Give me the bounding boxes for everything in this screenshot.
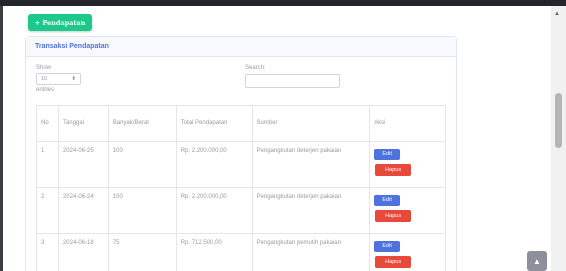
cell-total: Rp. 712.500,00 — [175, 233, 253, 271]
cell-no: 3 — [36, 233, 59, 271]
cell-aksi: Edit Hapus — [369, 141, 446, 188]
header-banyak-berat[interactable]: Banyak/Berat — [107, 105, 177, 142]
cell-no: 1 — [36, 141, 59, 188]
window-top-bar — [0, 0, 566, 6]
page-size-select[interactable]: 10 ⬍ — [36, 73, 81, 85]
cell-tanggal: 2024-06-18 — [57, 233, 109, 271]
table-row: 2 2024-06-24 100 Rp. 2.200.000,00 Pengan… — [36, 187, 446, 234]
header-sumber[interactable]: Sumber — [251, 105, 371, 142]
transaction-card: Transaksi Pendapatan Show 10 ⬍ entries S… — [25, 36, 457, 271]
table-header-row: No Tanggal Banyak/Berat Total Pendapatan… — [36, 105, 446, 142]
sidebar-edge — [0, 6, 3, 271]
entries-label: entries — [36, 87, 55, 93]
edit-button[interactable]: Edit — [374, 195, 401, 206]
cell-no: 2 — [36, 187, 59, 234]
cell-sumber: Pengangkutan deterjen pakaian — [251, 187, 371, 234]
add-pendapatan-label: + Pendapatan — [34, 18, 86, 27]
header-aksi[interactable]: Aksi — [369, 105, 446, 142]
delete-button[interactable]: Hapus — [375, 210, 412, 222]
cell-aksi: Edit Hapus — [369, 233, 446, 271]
card-title: Transaksi Pendapatan — [35, 43, 109, 50]
cell-banyak: 100 — [107, 187, 177, 234]
cell-tanggal: 2024-06-25 — [57, 141, 109, 188]
select-arrow-icon: ⬍ — [71, 76, 76, 82]
income-table: No Tanggal Banyak/Berat Total Pendapatan… — [36, 105, 446, 271]
header-no[interactable]: No — [36, 105, 59, 142]
delete-button[interactable]: Hapus — [375, 256, 412, 268]
show-label: Show — [36, 65, 52, 71]
scroll-to-top-button[interactable]: ▲ — [527, 251, 547, 271]
edit-button[interactable]: Edit — [374, 149, 401, 160]
cell-sumber: Pengangkutan pemutih pakaian — [251, 233, 371, 271]
cell-banyak: 75 — [107, 233, 177, 271]
arrow-up-icon[interactable]: ▲ — [554, 11, 560, 17]
search-label: Search: — [245, 65, 266, 71]
cell-total: Rp. 2.200.000,00 — [175, 187, 253, 234]
header-total-pendapatan[interactable]: Total Pendapatan — [175, 105, 253, 142]
edit-button[interactable]: Edit — [374, 241, 401, 252]
cell-aksi: Edit Hapus — [369, 187, 446, 234]
table-row: 3 2024-06-18 75 Rp. 712.500,00 Pengangku… — [36, 233, 446, 271]
page-size-value: 10 — [41, 76, 48, 82]
chevron-up-icon: ▲ — [533, 256, 541, 266]
search-input[interactable] — [245, 74, 340, 88]
cell-tanggal: 2024-06-24 — [57, 187, 109, 234]
add-pendapatan-button[interactable]: + Pendapatan — [28, 14, 92, 31]
cell-total: Rp. 2.200.000,00 — [175, 141, 253, 188]
delete-button[interactable]: Hapus — [375, 164, 412, 176]
card-header: Transaksi Pendapatan — [26, 37, 456, 57]
header-tanggal[interactable]: Tanggal — [57, 105, 109, 142]
cell-sumber: Pengangkutan deterjen pakaian — [251, 141, 371, 188]
table-row: 1 2024-06-25 100 Rp. 2.200.000,00 Pengan… — [36, 141, 446, 188]
scrollbar-thumb[interactable] — [555, 93, 562, 148]
cell-banyak: 100 — [107, 141, 177, 188]
